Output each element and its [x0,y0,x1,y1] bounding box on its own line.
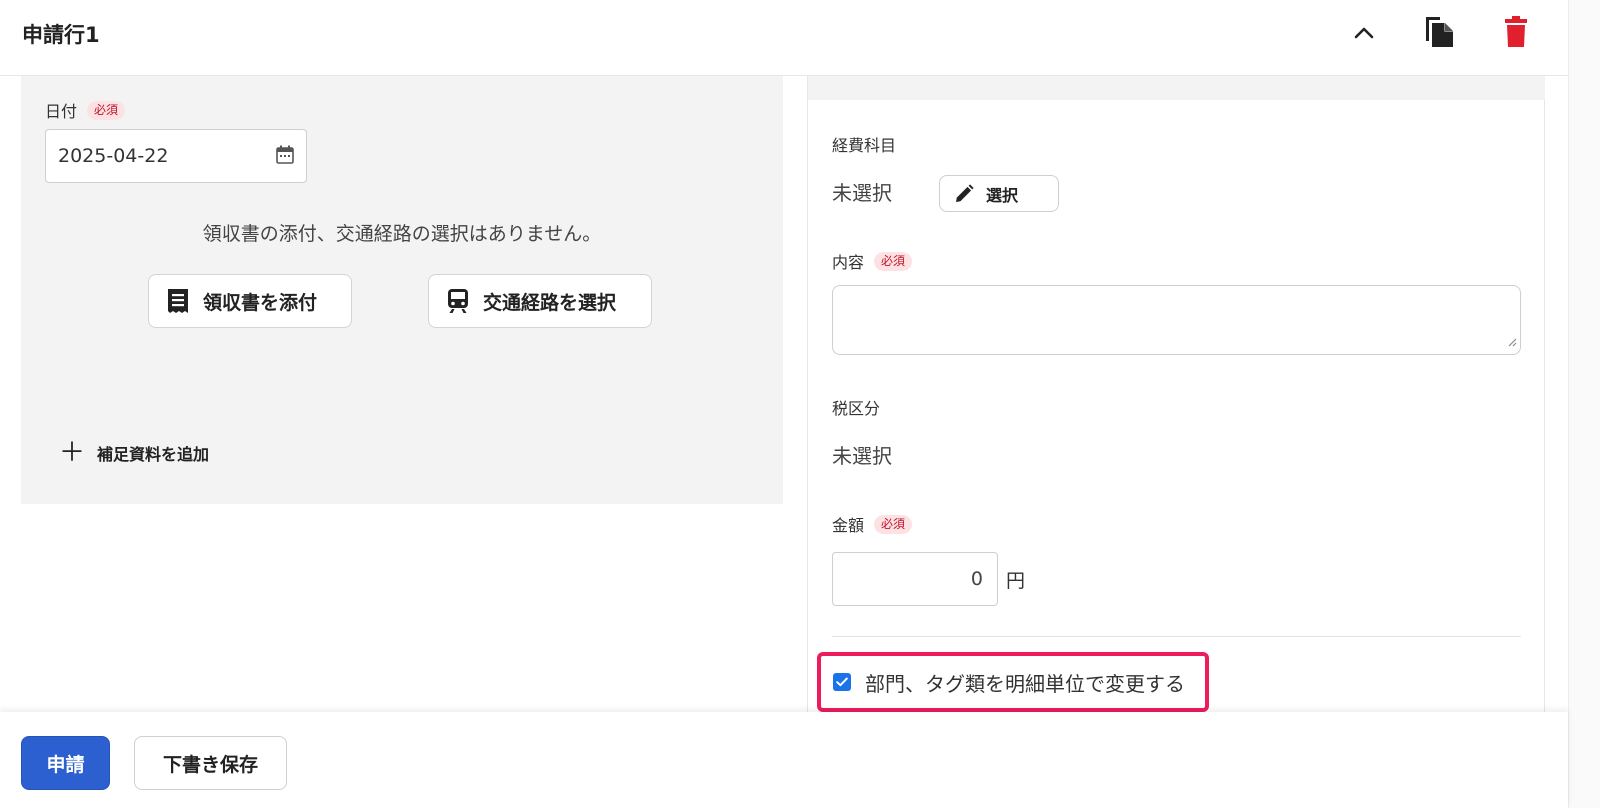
panel-top-band [808,76,1545,100]
no-attachment-message: 領収書の添付、交通経路の選択はありません。 [202,223,602,245]
select-route-label: 交通経路を選択 [483,291,617,314]
train-icon [447,288,469,314]
receipt-icon [167,288,189,314]
add-supplementary-material-button[interactable]: ＋ 補足資料を追加 [59,440,209,466]
copy-icon [1424,15,1456,49]
add-material-label: 補足資料を追加 [97,445,210,464]
section-divider [832,636,1521,637]
dept-tag-override-label[interactable]: 部門、タグ類を明細単位で変更する [865,668,1185,697]
required-badge: 必須 [87,100,126,120]
content-field-label: 内容 必須 [832,249,913,273]
select-route-button[interactable]: 交通経路を選択 [428,274,652,328]
tax-category-value: 未選択 [832,444,892,468]
resize-grip-icon[interactable] [1507,332,1517,351]
attach-receipt-label: 領収書を添付 [203,291,318,314]
currency-unit: 円 [1006,570,1026,592]
expense-application-page: 申請行1 日付 必須 2025-04-22 領収書の添付、交通経路の選択はありま… [0,0,1600,808]
pencil-icon [954,183,974,204]
content-textarea[interactable] [832,285,1521,355]
content-label-text: 内容 [832,253,865,272]
plus-icon: ＋ [59,438,86,468]
date-value: 2025-04-22 [58,145,169,167]
tax-category-label: 税区分 [832,399,881,418]
page-scrollbar-area[interactable] [1568,0,1600,808]
amount-input[interactable]: 0 [832,552,998,606]
expense-item-value: 未選択 [832,181,892,205]
row-title: 申請行1 [22,23,100,47]
select-expense-item-button[interactable]: 選択 [939,175,1059,212]
delete-row-button[interactable] [1496,12,1536,52]
chevron-up-icon [1353,25,1375,39]
dept-tag-override-highlight: 部門、タグ類を明細単位で変更する [817,652,1209,712]
save-draft-button[interactable]: 下書き保存 [134,736,287,790]
attach-receipt-button[interactable]: 領収書を添付 [148,274,352,328]
expense-details-panel: 経費科目 未選択 選択 内容 必須 税区分 未選択 金額 必須 0 円 部門、タ… [807,76,1545,712]
duplicate-row-button[interactable] [1420,12,1460,52]
calendar-icon[interactable] [276,145,294,168]
dept-tag-override-checkbox[interactable] [833,673,851,691]
action-footer: 申請 下書き保存 [0,712,1568,808]
select-button-label: 選択 [986,185,1019,205]
application-row-header: 申請行1 [0,0,1568,76]
attachment-panel: 日付 必須 2025-04-22 領収書の添付、交通経路の選択はありません。 領… [21,76,783,504]
date-label-text: 日付 [45,102,78,121]
date-field-label: 日付 必須 [45,98,126,122]
required-badge: 必須 [874,514,913,534]
trash-icon [1503,16,1529,48]
amount-field-label: 金額 必須 [832,512,913,536]
date-input[interactable]: 2025-04-22 [45,129,307,183]
amount-label-text: 金額 [832,516,865,535]
submit-button[interactable]: 申請 [21,736,110,790]
required-badge: 必須 [874,251,913,271]
expense-item-label: 経費科目 [832,136,897,155]
collapse-button[interactable] [1344,12,1384,52]
